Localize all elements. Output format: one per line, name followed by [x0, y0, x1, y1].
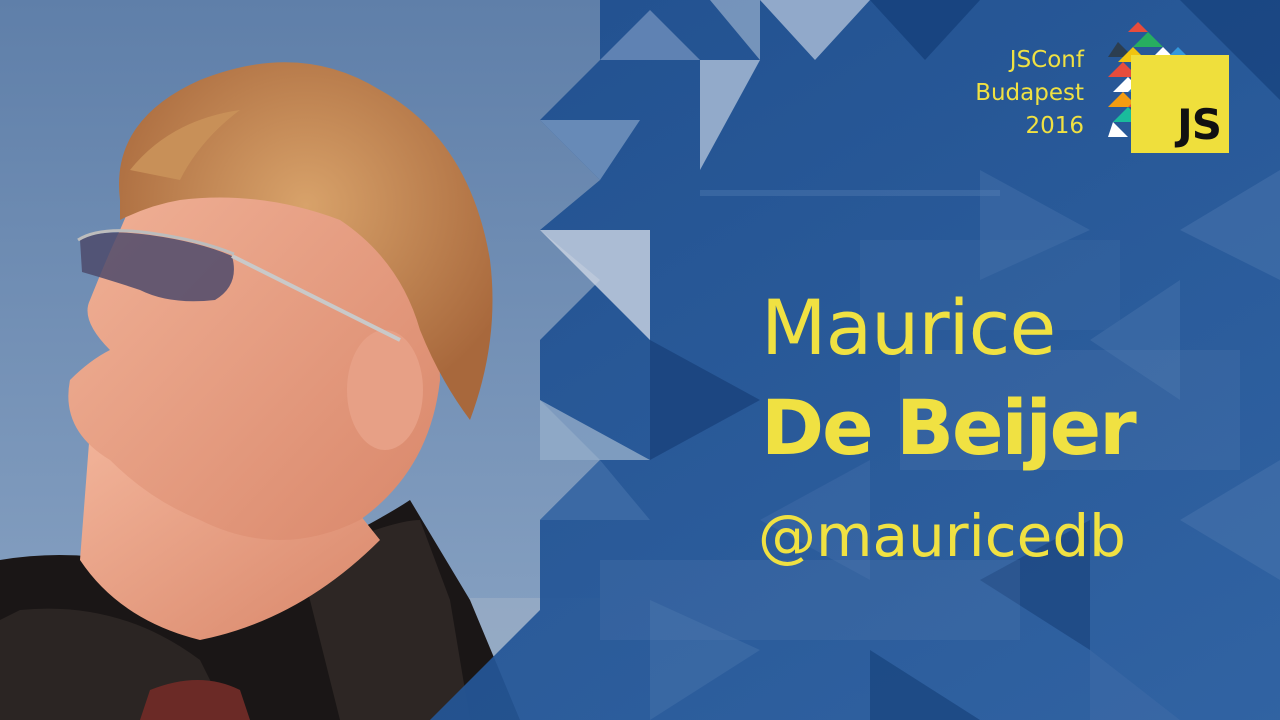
event-line-year: 2016: [1025, 113, 1084, 139]
event-name: JSConf Budapest 2016: [975, 44, 1084, 143]
js-logo: JS: [1131, 55, 1229, 153]
triangle-pattern-panel: [430, 0, 1280, 720]
speaker-last-name: De Beijer: [761, 383, 1137, 472]
event-line-city: Budapest: [975, 80, 1084, 106]
event-line-jsconf: JSConf: [1009, 47, 1084, 73]
title-card: JSConf Budapest 2016 JS Maurice De Beije…: [0, 0, 1280, 720]
speaker-first-name: Maurice: [761, 283, 1056, 372]
speaker-twitter-handle: @mauricedb: [758, 502, 1126, 570]
js-logo-text: JS: [1177, 100, 1222, 149]
